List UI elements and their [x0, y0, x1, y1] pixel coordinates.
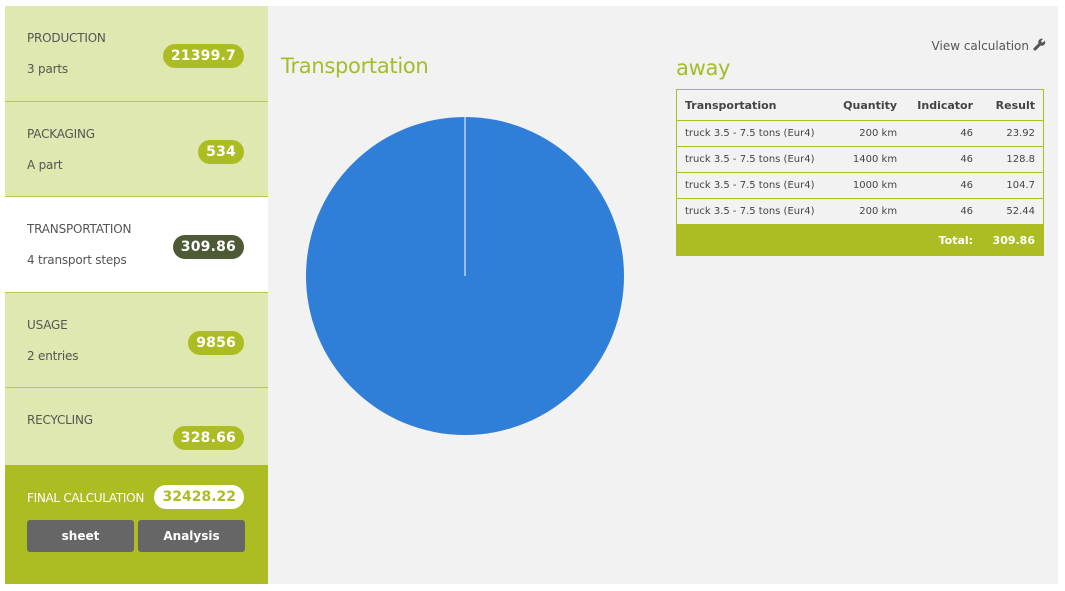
- card-transportation[interactable]: TRANSPORTATION 4 transport steps 309.86: [5, 197, 268, 293]
- value-badge: 534: [198, 139, 244, 164]
- card-packaging[interactable]: PACKAGING A part 534: [5, 101, 268, 197]
- cell: 23.92: [981, 120, 1044, 147]
- card-title: PRODUCTION: [27, 31, 106, 45]
- cell: 46: [905, 120, 982, 147]
- col-header: Quantity: [831, 89, 906, 121]
- cell: truck 3.5 - 7.5 tons (Eur4): [676, 172, 832, 199]
- table-heading: away: [676, 56, 731, 80]
- card-subtitle: 3 parts: [27, 62, 68, 76]
- view-calculation-label: View calculation: [931, 39, 1029, 53]
- sidebar: PRODUCTION 3 parts 21399.7 PACKAGING A p…: [5, 6, 268, 584]
- col-header: Result: [981, 89, 1044, 121]
- cell: 200 km: [831, 120, 906, 147]
- transport-table: Transportation Quantity Indicator Result…: [676, 89, 1044, 256]
- card-title: TRANSPORTATION: [27, 222, 132, 236]
- view-calculation-link[interactable]: View calculation: [932, 38, 1046, 54]
- card-subtitle: 4 transport steps: [27, 253, 127, 267]
- wrench-icon: [1033, 38, 1046, 54]
- col-header: Indicator: [905, 89, 982, 121]
- main-panel: Transportation away View calculation Tra…: [268, 6, 1058, 584]
- card-usage[interactable]: USAGE 2 entries 9856: [5, 292, 268, 388]
- table-header-row: Transportation Quantity Indicator Result: [676, 89, 1044, 121]
- cell: 46: [905, 198, 982, 225]
- cell: truck 3.5 - 7.5 tons (Eur4): [676, 120, 832, 147]
- cell: truck 3.5 - 7.5 tons (Eur4): [676, 146, 832, 173]
- section-heading: Transportation: [281, 54, 429, 78]
- value-badge: 9856: [188, 330, 244, 355]
- table-row: truck 3.5 - 7.5 tons (Eur4) 200 km 46 23…: [676, 120, 1044, 147]
- cell: 104.7: [981, 172, 1044, 199]
- final-value-badge: 32428.22: [154, 485, 244, 509]
- card-title: USAGE: [27, 317, 68, 332]
- total-value: 309.86: [981, 224, 1044, 256]
- pie-chart: [306, 117, 624, 435]
- cell: truck 3.5 - 7.5 tons (Eur4): [676, 198, 832, 225]
- cell: 200 km: [831, 198, 906, 225]
- card-title: RECYCLING: [27, 413, 93, 427]
- value-badge: 21399.7: [162, 44, 244, 68]
- cell: 52.44: [981, 198, 1044, 225]
- table-row: truck 3.5 - 7.5 tons (Eur4) 1000 km 46 1…: [676, 172, 1044, 199]
- card-production[interactable]: PRODUCTION 3 parts 21399.7: [5, 6, 268, 102]
- cell: 128.8: [981, 146, 1044, 173]
- card-title: PACKAGING: [27, 126, 95, 141]
- value-badge: 328.66: [172, 426, 244, 450]
- analysis-button[interactable]: Analysis: [138, 520, 245, 552]
- cell: 46: [905, 146, 982, 173]
- sheet-button[interactable]: sheet: [27, 520, 134, 552]
- cell: 46: [905, 172, 982, 199]
- card-subtitle: A part: [27, 157, 63, 172]
- total-label: Total:: [676, 224, 982, 256]
- table-row: truck 3.5 - 7.5 tons (Eur4) 200 km 46 52…: [676, 198, 1044, 225]
- cell: 1000 km: [831, 172, 906, 199]
- cell: 1400 km: [831, 146, 906, 173]
- card-subtitle: 2 entries: [27, 348, 79, 363]
- table-row: truck 3.5 - 7.5 tons (Eur4) 1400 km 46 1…: [676, 146, 1044, 173]
- table-total-row: Total: 309.86: [676, 224, 1044, 256]
- value-badge: 309.86: [172, 235, 244, 259]
- final-title: FINAL CALCULATION: [27, 491, 144, 505]
- col-header: Transportation: [676, 89, 832, 121]
- final-calculation-panel: FINAL CALCULATION 32428.22 sheet Analysi…: [5, 465, 268, 584]
